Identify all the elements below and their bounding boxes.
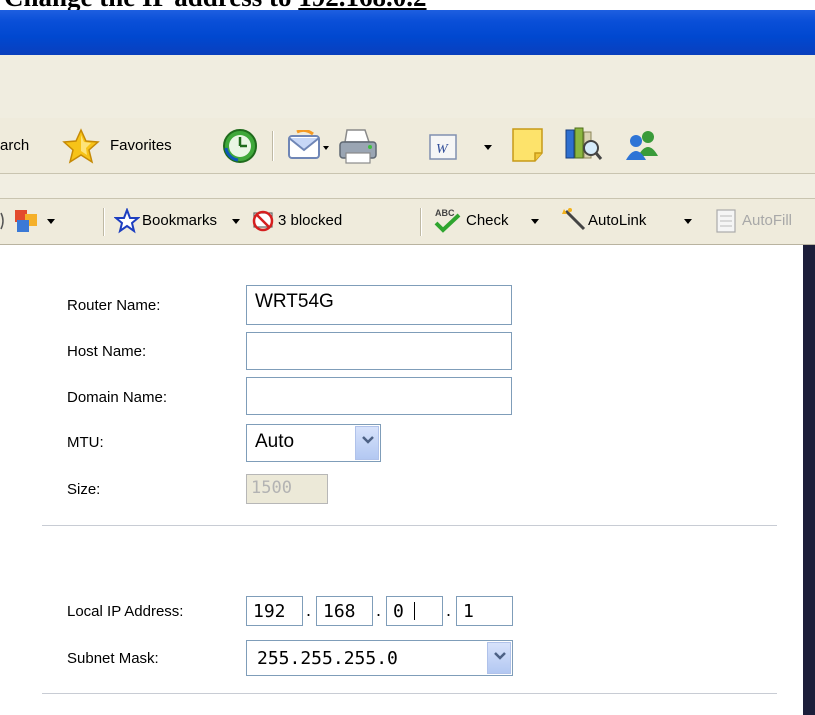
mtu-dropdown-button[interactable] xyxy=(355,426,379,460)
autolink-button[interactable]: AutoLink xyxy=(560,199,705,244)
ip-octet-1-input[interactable]: 192 xyxy=(246,596,303,626)
ip-octet-3-input[interactable]: 0 xyxy=(386,596,443,626)
chevron-down-icon[interactable] xyxy=(483,144,493,152)
subnet-mask-value: 255.255.255.0 xyxy=(257,648,398,669)
ip-octet-4-value: 1 xyxy=(463,601,474,622)
subnet-mask-label: Subnet Mask: xyxy=(67,650,159,667)
bookmark-star-icon xyxy=(114,208,140,234)
popup-blocked-icon xyxy=(252,210,274,232)
size-value: 1500 xyxy=(251,478,292,498)
autofill-button[interactable]: AutoFill xyxy=(714,199,815,244)
text-caret xyxy=(414,602,415,620)
ip-octet-2-value: 168 xyxy=(323,601,356,622)
gmail-options-icon[interactable] xyxy=(13,208,39,234)
chevron-down-icon xyxy=(531,219,539,224)
menu-bar xyxy=(0,55,815,119)
bookmarks-label: Bookmarks xyxy=(142,212,218,229)
chevron-down-icon xyxy=(684,219,692,224)
window-titlebar xyxy=(0,10,815,55)
google-toolbar: Bookmarks 3 blocked ABC Check AutoLink A… xyxy=(0,199,815,245)
messenger-icon[interactable] xyxy=(622,126,662,166)
print-icon[interactable] xyxy=(337,126,379,166)
subnet-mask-select[interactable]: 255.255.255.0 xyxy=(246,640,513,676)
separator-icon xyxy=(0,212,4,230)
autofill-icon xyxy=(716,209,736,233)
router-name-value: WRT54G xyxy=(255,291,334,312)
spellcheck-icon: ABC xyxy=(434,208,461,233)
bookmarks-button[interactable]: Bookmarks xyxy=(114,199,241,244)
chevron-down-icon[interactable] xyxy=(46,218,56,226)
host-name-label: Host Name: xyxy=(67,343,147,360)
check-label: Check xyxy=(466,212,509,229)
history-icon[interactable] xyxy=(220,126,260,166)
mtu-label: MTU: xyxy=(67,434,104,451)
mtu-value: Auto xyxy=(255,431,295,452)
domain-name-label: Domain Name: xyxy=(67,389,168,406)
caption-target-ip: 192.168.0.2 xyxy=(298,0,426,10)
ip-octet-1-value: 192 xyxy=(253,601,286,622)
blocked-count-label: 3 blocked xyxy=(278,212,343,229)
mtu-select[interactable]: Auto xyxy=(246,424,381,462)
autofill-label: AutoFill xyxy=(742,212,793,229)
ip-octet-4-input[interactable]: 1 xyxy=(456,596,513,626)
research-icon[interactable] xyxy=(563,124,603,164)
host-name-input[interactable] xyxy=(246,332,512,370)
address-bar-area xyxy=(0,174,815,199)
subnet-mask-dropdown-button[interactable] xyxy=(487,642,511,674)
standard-toolbar: arch Favorites W xyxy=(0,118,815,174)
ip-octet-2-input[interactable]: 168 xyxy=(316,596,373,626)
favorites-button[interactable]: Favorites xyxy=(62,128,202,164)
size-label: Size: xyxy=(67,481,101,498)
svg-text:ABC: ABC xyxy=(435,208,455,218)
instruction-caption: Change the IP address to 192.168.0.2 xyxy=(0,0,815,10)
local-ip-label: Local IP Address: xyxy=(67,603,184,620)
ip-octet-3-value: 0 xyxy=(393,601,404,622)
autolink-label: AutoLink xyxy=(588,212,647,229)
size-input: 1500 xyxy=(246,474,328,504)
search-button-label[interactable]: arch xyxy=(0,137,29,154)
section-divider xyxy=(42,693,777,694)
autolink-wand-icon xyxy=(562,208,586,231)
window-edge xyxy=(803,245,815,715)
section-divider xyxy=(42,525,777,526)
svg-text:W: W xyxy=(436,142,449,157)
router-name-label: Router Name: xyxy=(67,297,161,314)
favorites-label: Favorites xyxy=(110,137,172,154)
caption-text: Change the IP address to xyxy=(4,0,298,10)
router-name-input[interactable]: WRT54G xyxy=(246,285,512,325)
edit-word-icon[interactable]: W xyxy=(428,131,464,165)
mail-icon[interactable] xyxy=(285,130,331,166)
popup-blocker-button[interactable]: 3 blocked xyxy=(250,199,410,244)
favorites-star-icon xyxy=(62,128,100,164)
notes-icon[interactable] xyxy=(510,126,546,164)
chevron-down-icon xyxy=(232,219,240,224)
domain-name-input[interactable] xyxy=(246,377,512,415)
spellcheck-button[interactable]: ABC Check xyxy=(432,199,550,244)
chevron-down-icon xyxy=(494,652,506,660)
chevron-down-icon xyxy=(362,436,374,444)
